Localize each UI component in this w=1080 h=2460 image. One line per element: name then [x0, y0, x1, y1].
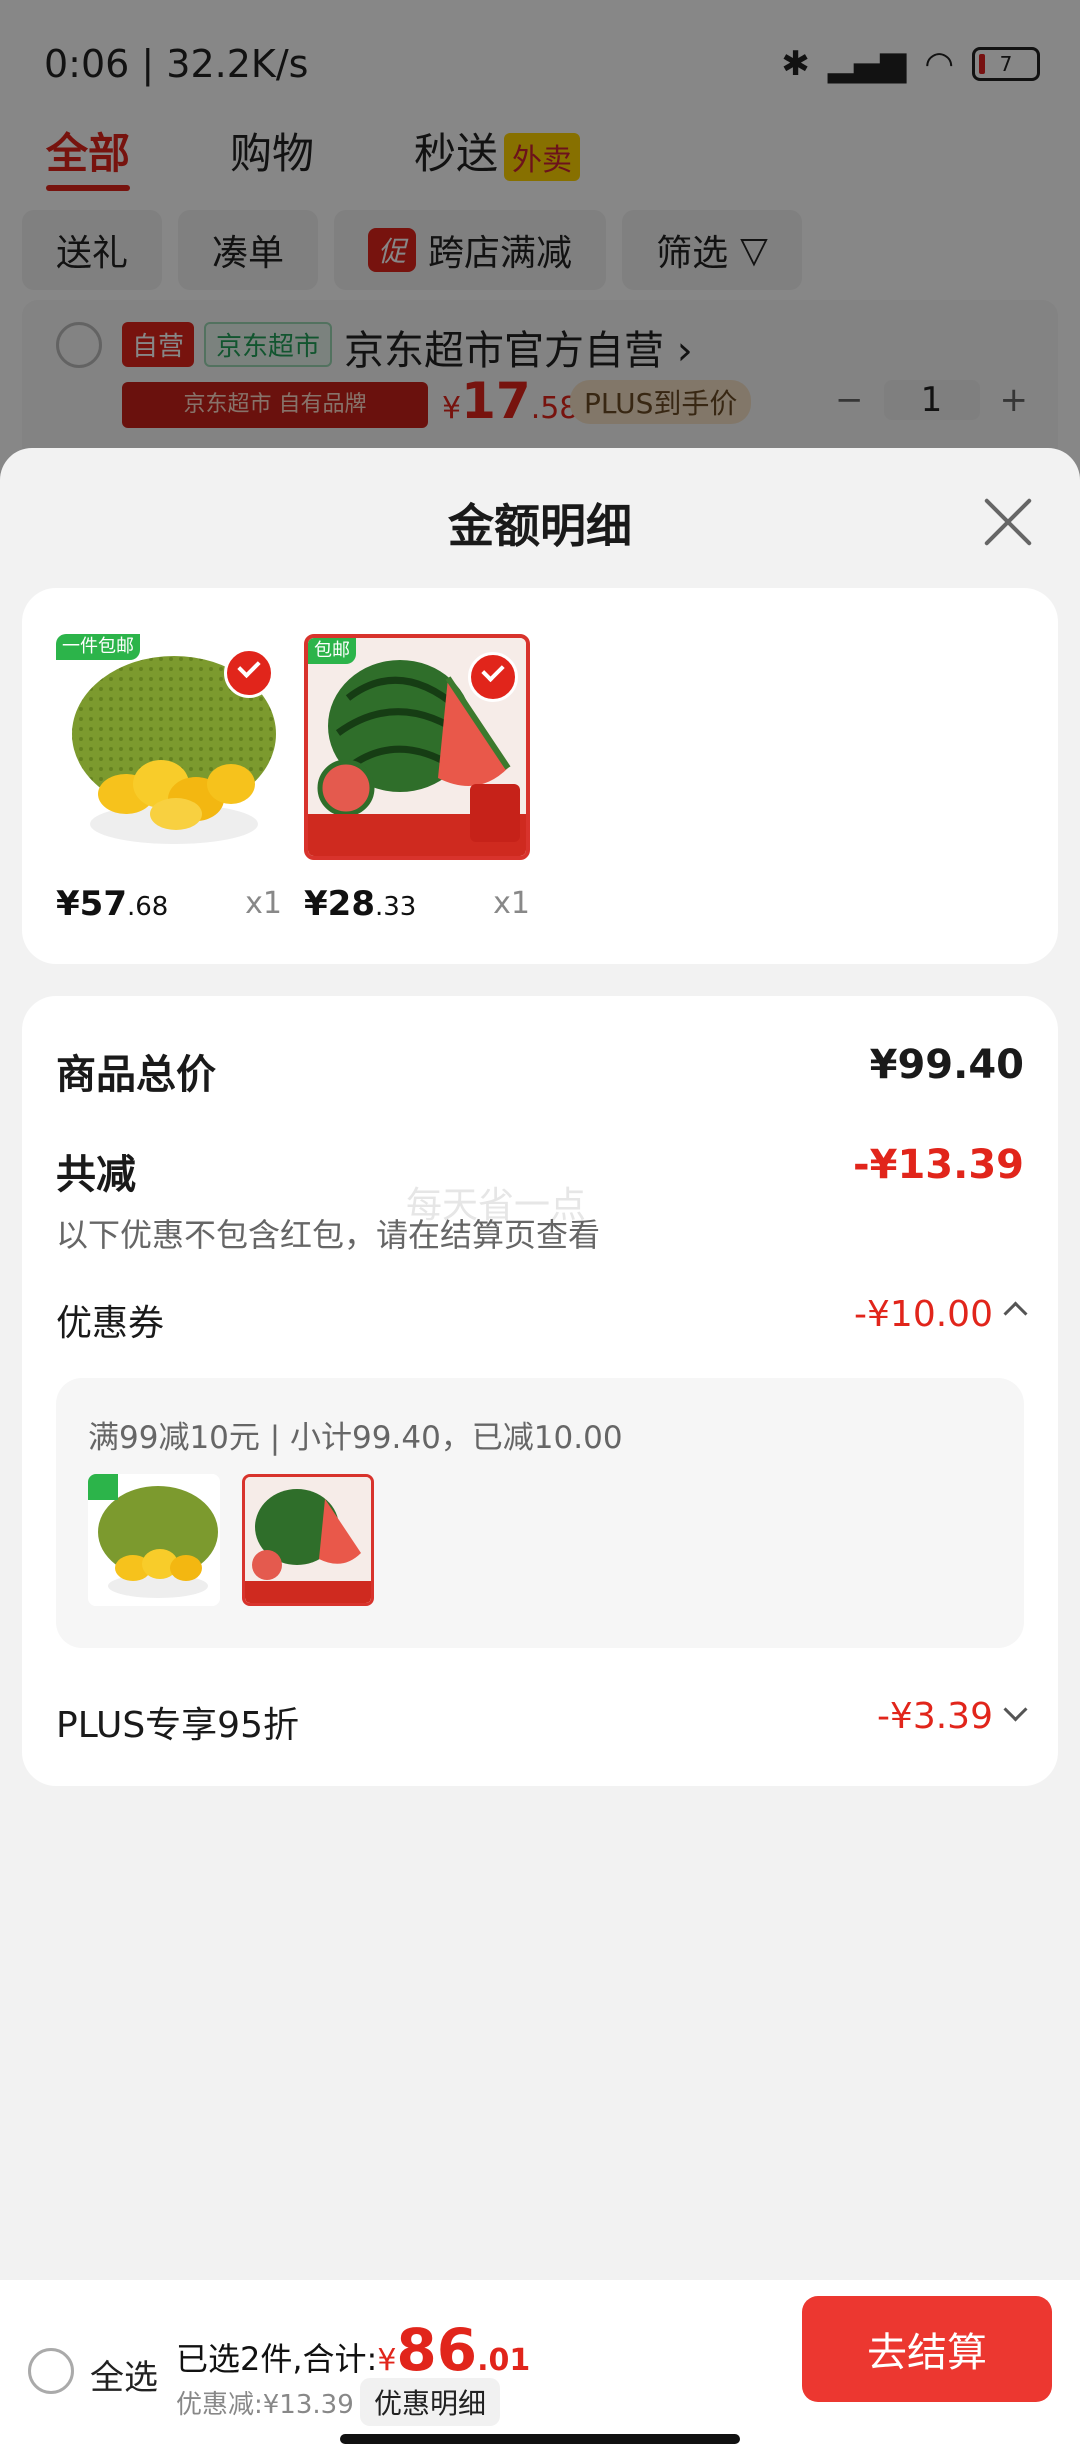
- checkout-button[interactable]: 去结算: [802, 2296, 1052, 2402]
- total-price-value: ¥99.40: [869, 1042, 1024, 1088]
- selected-count-text: 已选2件,合计:: [176, 2340, 378, 2378]
- reduce-note-text: 以下优惠不包含红包，请在结算页查看: [56, 1216, 601, 1254]
- close-icon[interactable]: [980, 494, 1036, 550]
- chevron-down-icon: [1003, 1697, 1028, 1722]
- total-price-label: 商品总价: [56, 1052, 216, 1098]
- coupon-value-text: -¥10.00: [854, 1294, 993, 1335]
- coupon-product-thumb-jackfruit: [88, 1474, 220, 1606]
- product-quantity: x1: [493, 886, 530, 921]
- reduce-label: 共减: [56, 1152, 136, 1198]
- plus-discount-value-text: -¥3.39: [876, 1696, 993, 1737]
- product-item[interactable]: 一件包邮 ¥57.68 x1: [56, 634, 282, 924]
- watermelon-thumb-illustration: [245, 1477, 371, 1603]
- product-price-dec: .33: [374, 892, 417, 922]
- selected-products-card: 一件包邮 ¥57.68 x1 包邮 ¥28.33 x1: [22, 588, 1058, 964]
- jackfruit-image: 一件包邮: [56, 634, 282, 860]
- sheet-title: 金额明细: [448, 499, 632, 553]
- selected-check-icon: [224, 648, 274, 698]
- select-all-label[interactable]: 全选: [90, 2350, 158, 2399]
- product-item[interactable]: 包邮 ¥28.33 x1: [304, 634, 530, 924]
- checkout-bar: 全选 已选2件,合计:¥86.01 优惠减:¥13.39 优惠明细 去结算: [0, 2280, 1080, 2460]
- product-price-int: ¥28: [304, 884, 375, 924]
- discount-detail-button[interactable]: 优惠明细: [360, 2378, 501, 2426]
- free-shipping-badge: 一件包邮: [56, 634, 140, 660]
- selected-check-icon: [468, 652, 518, 702]
- select-all-radio[interactable]: [28, 2348, 74, 2394]
- chevron-up-icon: [1003, 1301, 1028, 1326]
- discount-summary: 优惠减:¥13.39: [176, 2390, 354, 2420]
- jackfruit-thumb-illustration: [88, 1474, 220, 1606]
- coupon-detail-text: 满99减10元 | 小计99.40，已减10.00: [88, 1420, 623, 1456]
- plus-discount-value: -¥3.39: [876, 1696, 1028, 1737]
- product-price-dec: .68: [126, 892, 169, 922]
- coupon-product-thumb-watermelon: [242, 1474, 374, 1606]
- home-indicator[interactable]: [340, 2434, 740, 2444]
- coupon-value: -¥10.00: [854, 1294, 1028, 1335]
- total-int: 86: [396, 2316, 478, 2384]
- watermelon-image: 包邮: [304, 634, 530, 860]
- total-amount: ¥86.01: [377, 2316, 531, 2384]
- product-quantity: x1: [245, 886, 282, 921]
- free-shipping-badge: 包邮: [308, 638, 356, 664]
- coupon-detail-box: 满99减10元 | 小计99.40，已减10.00: [56, 1378, 1024, 1648]
- coupon-label: 优惠券: [56, 1303, 165, 1344]
- price-summary-card: 商品总价 ¥99.40 共减 -¥13.39 每天省一点 以下优惠不包含红包，请…: [22, 996, 1058, 1786]
- reduce-value: -¥13.39: [853, 1142, 1024, 1188]
- amount-detail-sheet: 金额明细 一件包邮 ¥57.68 x1 包邮 ¥28.33 x1 商品总价 ¥9…: [0, 448, 1080, 2280]
- product-price: ¥28.33: [304, 884, 416, 924]
- total-yen: ¥: [377, 2343, 397, 2378]
- plus-discount-label: PLUS专享95折: [56, 1705, 299, 1746]
- product-price-int: ¥57: [56, 884, 127, 924]
- product-price: ¥57.68: [56, 884, 168, 924]
- selected-summary: 已选2件,合计:¥86.01: [176, 2316, 530, 2384]
- total-dec: .01: [477, 2343, 531, 2378]
